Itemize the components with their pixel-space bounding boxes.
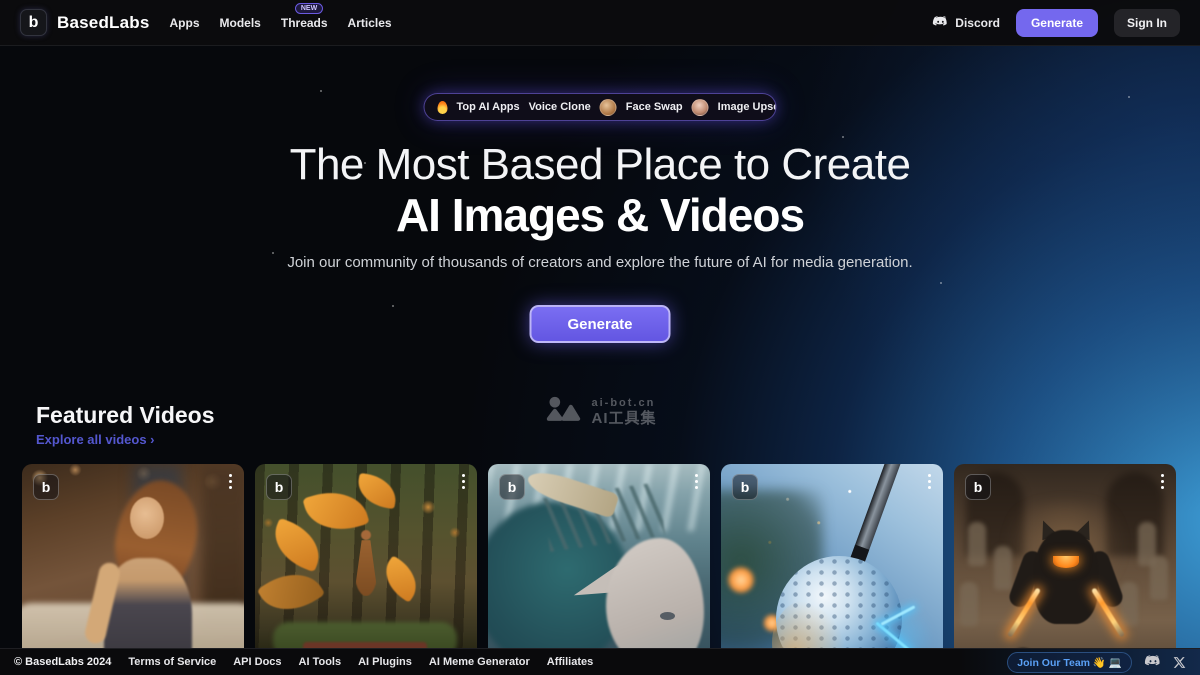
card-art <box>257 560 326 624</box>
card-menu-icon[interactable] <box>1161 474 1164 477</box>
video-card-autumn-figurine[interactable]: b <box>255 464 477 660</box>
basedlabs-watermark-badge: b <box>732 474 758 500</box>
footer-social-icons <box>1144 655 1186 669</box>
top-ai-apps-ticker[interactable]: Top AI Apps Voice Clone Face Swap Image … <box>424 93 777 121</box>
discord-link[interactable]: Discord <box>932 16 1000 30</box>
video-card-underwater-elf[interactable]: b <box>488 464 710 660</box>
copyright-text: © BasedLabs 2024 <box>14 656 111 668</box>
card-art <box>1053 556 1079 568</box>
hero-title-line1: The Most Based Place to Create <box>0 140 1200 190</box>
explore-all-videos-link[interactable]: Explore all videos › <box>36 432 155 447</box>
ai-bot-watermark: ai-bot.cn AI工具集 <box>543 396 656 428</box>
footer-link-terms[interactable]: Terms of Service <box>128 656 216 668</box>
app-avatar <box>600 99 617 116</box>
footer-link-ai-tools[interactable]: AI Tools <box>299 656 342 668</box>
ticker-headline: Top AI Apps <box>457 101 520 113</box>
nav-links: Apps Models Threads NEW Articles <box>170 16 392 30</box>
video-card-glamour-portrait[interactable]: b <box>22 464 244 660</box>
ticker-app-face-swap[interactable]: Face Swap <box>626 101 683 113</box>
hero-subtitle: Join our community of thousands of creat… <box>0 254 1200 271</box>
card-art <box>354 540 378 596</box>
footer-link-affiliates[interactable]: Affiliates <box>547 656 593 668</box>
watermark-title: AI工具集 <box>591 410 656 427</box>
star-particle <box>392 305 394 307</box>
generate-button-hero[interactable]: Generate <box>530 305 671 343</box>
video-card-demon-warrior[interactable]: b <box>954 464 1176 660</box>
card-art <box>960 582 978 626</box>
card-art <box>994 546 1012 590</box>
footer-link-ai-plugins[interactable]: AI Plugins <box>358 656 412 668</box>
star-particle <box>320 90 322 92</box>
basedlabs-logo-icon[interactable]: b <box>20 9 47 36</box>
nav-item-threads[interactable]: Threads NEW <box>281 16 328 30</box>
footer-link-api-docs[interactable]: API Docs <box>233 656 281 668</box>
star-particle <box>1128 96 1130 98</box>
card-art <box>968 522 986 566</box>
card-menu-icon[interactable] <box>928 474 931 477</box>
card-menu-icon[interactable] <box>695 474 698 477</box>
basedlabs-watermark-badge: b <box>266 474 292 500</box>
star-particle <box>842 136 844 138</box>
star-particle <box>940 282 942 284</box>
card-art <box>660 612 675 620</box>
nav-item-articles[interactable]: Articles <box>348 16 392 30</box>
discord-icon[interactable] <box>1144 655 1162 669</box>
nav-item-models[interactable]: Models <box>220 16 261 30</box>
card-art <box>266 518 328 573</box>
sign-in-button[interactable]: Sign In <box>1114 9 1180 37</box>
app-avatar <box>692 99 709 116</box>
card-art <box>1034 530 1098 624</box>
nav-item-apps[interactable]: Apps <box>170 16 200 30</box>
top-navbar: b BasedLabs Apps Models Threads NEW Arti… <box>0 0 1200 46</box>
footer-bar: © BasedLabs 2024 Terms of Service API Do… <box>0 648 1200 675</box>
generate-button-nav[interactable]: Generate <box>1016 9 1098 37</box>
watermark-text: ai-bot.cn AI工具集 <box>591 397 656 427</box>
footer-link-ai-meme-generator[interactable]: AI Meme Generator <box>429 656 530 668</box>
card-art <box>1150 556 1168 600</box>
card-menu-icon[interactable] <box>229 474 232 477</box>
basedlabs-landing-page: b BasedLabs Apps Models Threads NEW Arti… <box>0 0 1200 675</box>
basedlabs-watermark-badge: b <box>33 474 59 500</box>
x-twitter-icon[interactable] <box>1173 656 1186 669</box>
basedlabs-watermark-badge: b <box>965 474 991 500</box>
discord-icon <box>932 16 949 29</box>
nav-item-threads-label: Threads <box>281 16 328 30</box>
discord-label: Discord <box>955 16 1000 30</box>
flame-icon <box>438 101 448 114</box>
card-art <box>1120 582 1138 626</box>
brand-name[interactable]: BasedLabs <box>57 13 150 33</box>
hero-title-line2: AI Images & Videos <box>0 188 1200 242</box>
nav-right-group: Discord Generate Sign In <box>932 9 1180 37</box>
footer-right-group: Join Our Team 👋 💻 <box>1007 652 1186 673</box>
card-art <box>130 497 164 539</box>
card-art <box>361 530 371 540</box>
card-art <box>302 483 369 539</box>
video-card-electric-golf-ball[interactable]: b <box>721 464 943 660</box>
ai-bot-logo-icon <box>543 396 583 428</box>
card-art <box>727 566 755 594</box>
card-art <box>376 555 426 603</box>
basedlabs-watermark-badge: b <box>499 474 525 500</box>
join-our-team-button[interactable]: Join Our Team 👋 💻 <box>1007 652 1132 673</box>
ticker-app-voice-clone[interactable]: Voice Clone <box>529 101 591 113</box>
watermark-site: ai-bot.cn <box>591 397 656 410</box>
featured-videos-heading: Featured Videos <box>36 402 215 429</box>
new-badge: NEW <box>295 3 323 14</box>
card-menu-icon[interactable] <box>462 474 465 477</box>
ticker-app-image-upscaler[interactable]: Image Upscaler <box>718 101 777 113</box>
